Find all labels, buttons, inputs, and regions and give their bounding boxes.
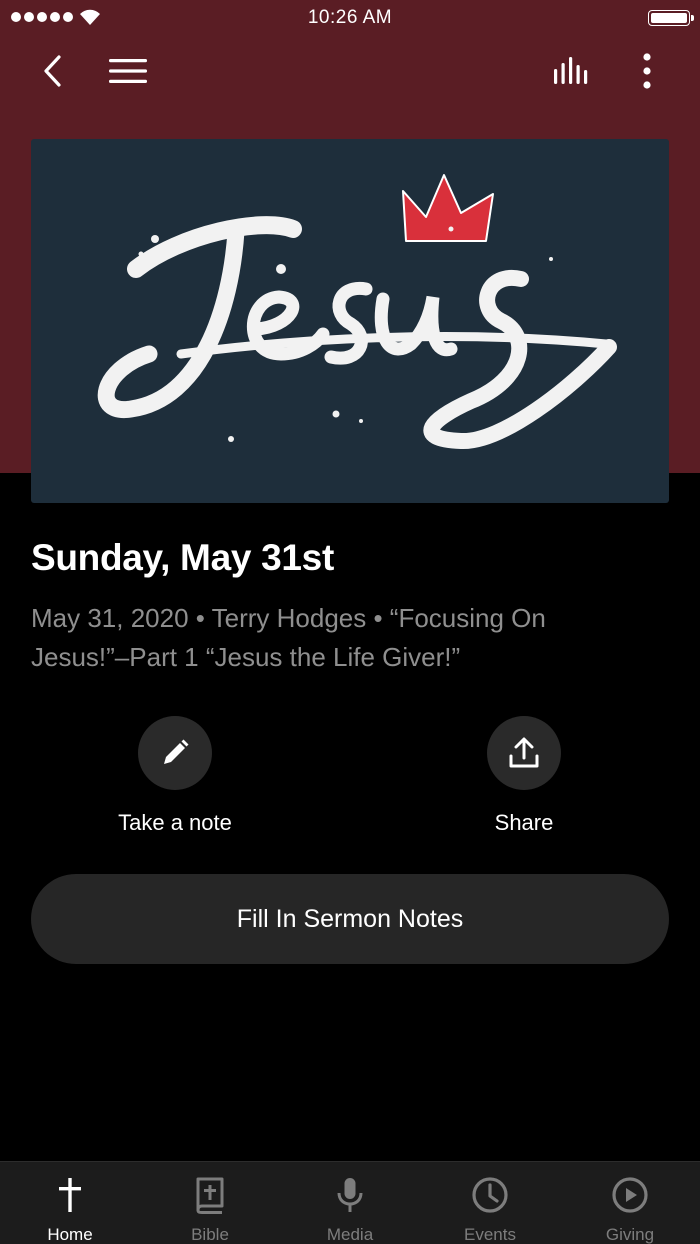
sermon-title: Sunday, May 31st (31, 537, 334, 578)
tab-giving[interactable]: Giving (560, 1162, 700, 1244)
tab-giving-label: Giving (605, 1225, 655, 1244)
take-note-label: Take a note (118, 810, 232, 835)
share-circle[interactable] (487, 716, 561, 790)
upload-icon (509, 737, 539, 768)
take-note-circle[interactable] (138, 716, 212, 790)
share-label: Share (494, 810, 554, 835)
tab-events-label: Events (464, 1225, 516, 1244)
tab-bar: Home Bible Media Events Giving (0, 1161, 700, 1244)
bible-icon (194, 1175, 226, 1215)
tab-home[interactable]: Home (0, 1162, 140, 1244)
tab-media-label: Media (326, 1225, 374, 1244)
sermon-artwork (31, 139, 669, 503)
sermon-meta: May 31, 2020 • Terry Hodges • “Focusing … (31, 603, 546, 672)
crown-icon (402, 174, 494, 242)
share-button[interactable]: Share (424, 716, 624, 836)
pencil-icon (164, 739, 189, 764)
vertical-dots-icon (643, 53, 651, 89)
clock-icon (471, 1175, 509, 1215)
fill-in-sermon-notes-button[interactable]: Fill In Sermon Notes (31, 874, 669, 964)
cross-icon (58, 1175, 82, 1215)
tab-bible-label: Bible (191, 1225, 229, 1244)
hamburger-menu-icon (109, 59, 147, 83)
jesus-brush-lettering-icon (97, 174, 617, 449)
status-bar: 10:26 AM (0, 0, 700, 36)
take-note-button[interactable]: Take a note (75, 716, 275, 836)
tab-home-label: Home (47, 1225, 93, 1244)
play-circle-icon (611, 1175, 649, 1215)
more-options-button[interactable] (627, 48, 667, 94)
tab-media[interactable]: Media (280, 1162, 420, 1244)
microphone-icon (336, 1175, 364, 1215)
audio-button[interactable] (548, 48, 596, 94)
tab-bible[interactable]: Bible (140, 1162, 280, 1244)
tab-events[interactable]: Events (420, 1162, 560, 1244)
chevron-left-icon (44, 55, 61, 87)
back-button[interactable] (30, 48, 74, 94)
menu-button[interactable] (104, 48, 152, 94)
status-time: 10:26 AM (307, 7, 393, 28)
audio-bars-icon (554, 57, 588, 84)
battery-icon (648, 10, 694, 26)
